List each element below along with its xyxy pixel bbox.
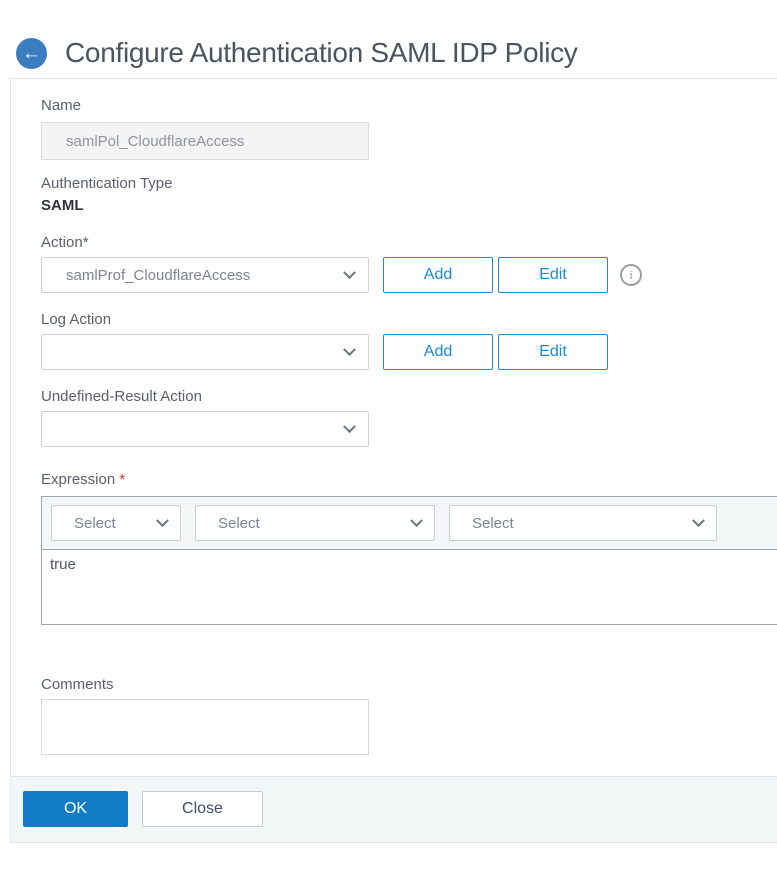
action-edit-button[interactable]: Edit bbox=[498, 257, 608, 293]
name-input bbox=[41, 122, 369, 160]
back-button[interactable]: ← bbox=[16, 37, 47, 69]
chevron-down-icon bbox=[343, 265, 356, 279]
expression-label: Expression * bbox=[41, 471, 126, 488]
expression-select-2[interactable]: Select bbox=[195, 505, 435, 541]
chevron-down-icon bbox=[343, 342, 356, 356]
undefined-result-action-select[interactable] bbox=[41, 411, 369, 447]
log-action-select[interactable] bbox=[41, 334, 369, 370]
page-title: Configure Authentication SAML IDP Policy bbox=[65, 37, 578, 68]
comments-label: Comments bbox=[41, 676, 114, 693]
comments-input[interactable] bbox=[41, 699, 369, 755]
back-arrow-icon: ← bbox=[22, 42, 41, 64]
page-header: ← Configure Authentication SAML IDP Poli… bbox=[0, 0, 777, 78]
authentication-type-label: Authentication Type bbox=[41, 175, 173, 192]
expression-select-2-placeholder: Select bbox=[218, 514, 260, 532]
form-footer: OK Close bbox=[11, 776, 777, 842]
expression-input[interactable]: true bbox=[41, 550, 777, 625]
expression-select-1[interactable]: Select bbox=[51, 505, 181, 541]
info-icon[interactable]: i bbox=[620, 264, 642, 286]
action-select[interactable]: samlProf_CloudflareAccess bbox=[41, 257, 369, 293]
expression-select-3[interactable]: Select bbox=[449, 505, 717, 541]
expression-select-1-placeholder: Select bbox=[74, 514, 116, 532]
chevron-down-icon bbox=[156, 513, 169, 527]
log-action-label: Log Action bbox=[41, 311, 112, 328]
action-add-button[interactable]: Add bbox=[383, 257, 493, 293]
authentication-type-value: SAML bbox=[41, 197, 84, 214]
name-label: Name bbox=[41, 97, 82, 114]
chevron-down-icon bbox=[410, 513, 423, 527]
form-panel: Name Authentication Type SAML Action* sa… bbox=[10, 78, 777, 843]
action-label: Action* bbox=[41, 234, 89, 251]
chevron-down-icon bbox=[692, 513, 705, 527]
close-button[interactable]: Close bbox=[142, 791, 263, 827]
required-asterisk: * bbox=[119, 471, 126, 488]
ok-button[interactable]: OK bbox=[23, 791, 128, 827]
log-action-add-button[interactable]: Add bbox=[383, 334, 493, 370]
expression-select-3-placeholder: Select bbox=[472, 514, 514, 532]
expression-toolbar: Select Select Select bbox=[41, 496, 777, 550]
action-select-value: samlProf_CloudflareAccess bbox=[66, 266, 251, 284]
log-action-edit-button[interactable]: Edit bbox=[498, 334, 608, 370]
undefined-result-action-label: Undefined-Result Action bbox=[41, 388, 202, 405]
chevron-down-icon bbox=[343, 419, 356, 433]
